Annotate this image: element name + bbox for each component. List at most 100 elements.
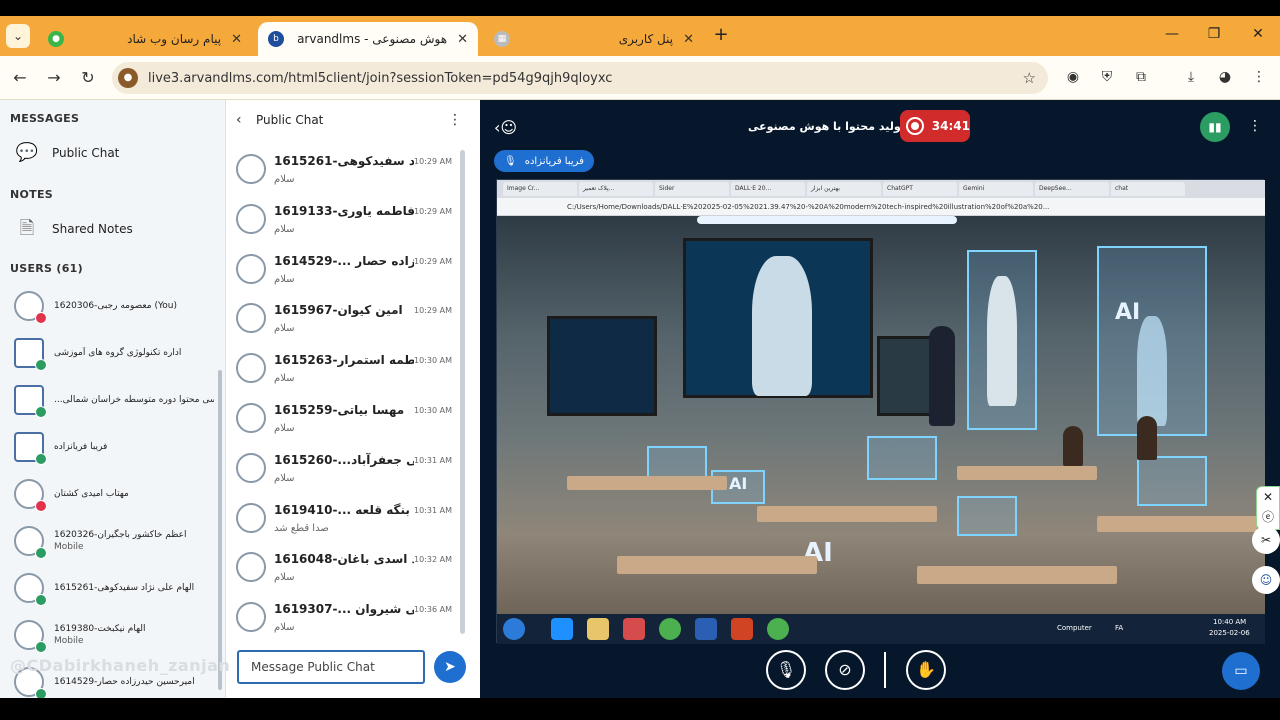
chat-message: 1616048-محمد اسدی باغان10:32 AM سلام <box>236 550 454 596</box>
floating-widget-panel[interactable]: ✕ ⓔ <box>1256 486 1280 530</box>
chat-options-icon[interactable]: ⋮ <box>448 112 462 128</box>
shared-screen: Image Cr... پلاک تعمیر... Sider DALL·E 20..… <box>496 179 1265 644</box>
user-name-text: ...ی بررسی محتوا دوره متوسطه خراسان شمال… <box>54 395 214 405</box>
reload-icon[interactable]: ↻ <box>76 66 100 90</box>
presenter-badge: 🎙 فریبا فریانزاده <box>494 150 594 172</box>
ie-icon <box>551 618 573 640</box>
avatar <box>236 154 266 184</box>
screen-tab: DALL·E 20... <box>731 182 805 196</box>
public-chat-item[interactable]: 💬 Public Chat <box>14 140 120 166</box>
screen-share-button[interactable]: ▭ <box>1222 652 1260 690</box>
download-icon[interactable]: ⤓ <box>1182 68 1200 86</box>
powerpoint-icon <box>731 618 753 640</box>
profile-avatar-icon[interactable]: ◕ <box>1216 68 1234 86</box>
user-list-item[interactable]: اداره تکنولوژی گروه های آموزشی <box>14 333 219 373</box>
message-text: سلام <box>274 323 295 335</box>
user-list-item[interactable]: 1615261-الهام علی نژاد سفیدکوهی <box>14 568 219 608</box>
chat-message: 1615259-مهسا بیاتی 10:30 AM سلام <box>236 401 454 447</box>
presenter-name: فریبا فریانزاده <box>524 155 584 167</box>
message-time: 10:29 AM <box>414 157 452 166</box>
recording-indicator[interactable]: 34:41 <box>900 110 970 142</box>
user-list-item[interactable]: فریبا فریانزاده <box>14 427 219 467</box>
message-text: سلام <box>274 273 295 285</box>
send-button[interactable]: ➤ <box>434 651 466 683</box>
microphone-icon: 🎙 <box>504 155 517 167</box>
avatar <box>14 526 47 559</box>
user-name: مهتاب امیدی کشتان <box>54 488 214 500</box>
address-bar[interactable]: ● live3.arvandlms.com/html5client/join?s… <box>112 62 1048 94</box>
media-icon <box>623 618 645 640</box>
user-list-item[interactable]: 1620326-اعظم خاکشور باجگیران Mobile <box>14 521 219 561</box>
forward-icon[interactable]: → <box>42 66 66 90</box>
close-icon[interactable]: ✕ <box>457 32 468 47</box>
user-list-item[interactable]: ...ی بررسی محتوا دوره متوسطه خراسان شمال… <box>14 380 219 420</box>
avatar <box>236 403 266 433</box>
shield-icon[interactable]: ⛨ <box>1098 68 1116 86</box>
menu-kebab-icon[interactable]: ⋮ <box>1250 68 1268 86</box>
screen-tab: Image Cr... <box>503 182 577 196</box>
user-list-item[interactable]: 1620306-معصومه رجبی (You) <box>14 286 219 326</box>
status-dot <box>35 359 47 371</box>
tab-title: پیام رسان وب شاد <box>127 32 222 46</box>
user-name: 1620326-اعظم خاکشور باجگیران Mobile <box>54 529 214 553</box>
user-list-item[interactable]: مهتاب امیدی کشتان <box>14 474 219 514</box>
connection-status-icon[interactable]: ▮▮ <box>1200 112 1230 142</box>
chat-message: 1619133-فاطمه یاوری...10:29 AM سلام <box>236 202 454 248</box>
message-text: سلام <box>274 423 295 434</box>
hologram-panel <box>867 436 937 480</box>
chrome-icon <box>767 618 789 640</box>
tab-strip: ⌄ ● پیام رسان وب شاد ✕ b arvandlms - هوش… <box>0 16 1280 56</box>
new-tab-button[interactable]: + <box>710 24 732 46</box>
address-toolbar: ← → ↻ ● live3.arvandlms.com/html5client/… <box>0 56 1280 100</box>
mute-microphone-button[interactable]: 🎙 <box>766 650 806 690</box>
message-author: 1619133-فاطمه یاوری... <box>274 203 414 218</box>
chat-scrollbar[interactable] <box>460 150 465 634</box>
taskbar-time: 10:40 AM <box>1213 618 1247 626</box>
close-window-icon[interactable]: ✕ <box>1248 26 1268 42</box>
camera-off-button[interactable]: ⊘ <box>825 650 865 690</box>
messages-heading: MESSAGES <box>10 112 80 125</box>
chat-message: 1619307-... سوزنی شیروان10:36 AM سلام <box>236 600 454 646</box>
status-dot <box>35 547 47 559</box>
tab-search-icon[interactable]: ⌄ <box>6 24 30 48</box>
user-list-scrollbar[interactable] <box>218 370 222 690</box>
assistant-bot-icon[interactable]: ☺ <box>1252 566 1280 594</box>
avatar <box>236 502 266 533</box>
tab-panel[interactable]: ▦ پنل کاربری ✕ <box>484 22 704 56</box>
user-profile-icon[interactable]: ‹☺ <box>494 118 517 137</box>
restore-icon[interactable]: ❐ <box>1204 26 1224 42</box>
user-list-item[interactable]: 1619380-الهام نیکبخت Mobile <box>14 615 219 655</box>
chrome-icon <box>659 618 681 640</box>
ai-label: AI <box>1115 300 1141 325</box>
close-icon[interactable]: ✕ <box>231 32 242 47</box>
chat-message-input[interactable]: Message Public Chat <box>237 650 425 684</box>
status-dot <box>35 500 47 512</box>
options-menu-icon[interactable]: ⋮ <box>1248 118 1262 134</box>
folder-icon <box>587 618 609 640</box>
ai-label: AI <box>729 474 748 493</box>
raise-hand-button[interactable]: ✋ <box>906 650 946 690</box>
avatar <box>236 303 266 334</box>
status-dot <box>35 688 47 698</box>
close-icon[interactable]: ✕ <box>683 32 694 47</box>
microphone-icon[interactable]: ● <box>118 68 138 88</box>
tab-shad[interactable]: ● پیام رسان وب شاد ✕ <box>38 22 252 56</box>
chevron-left-icon[interactable]: ‹ <box>236 112 252 128</box>
message-author: 1615263-فاطمه استمرار <box>274 353 414 368</box>
user-name: 1619380-الهام نیکبخت Mobile <box>54 623 214 647</box>
puzzle-icon[interactable]: ⧉ <box>1132 68 1150 86</box>
url-text: live3.arvandlms.com/html5client/join?ses… <box>148 70 613 86</box>
back-icon[interactable]: ← <box>8 66 32 90</box>
user-name-text: فریبا فریانزاده <box>54 442 108 452</box>
tab-arvandlms[interactable]: b arvandlms - هوش مصنوعی ✕ <box>258 22 478 56</box>
shared-notes-item[interactable]: 🗎 Shared Notes <box>14 216 133 242</box>
document-icon: 🗎 <box>19 218 35 239</box>
users-heading: USERS (61) <box>10 262 83 275</box>
extension-icon[interactable]: ◉ <box>1064 68 1082 86</box>
chat-message: 1615263-فاطمه استمرار10:30 AM سلام <box>236 351 454 397</box>
bookmark-star-icon[interactable]: ☆ <box>1023 69 1036 87</box>
student-figure <box>1063 426 1083 466</box>
recording-time: 34:41 <box>931 119 970 133</box>
minimize-icon[interactable]: — <box>1162 26 1182 42</box>
floating-tool-icon[interactable]: ✂ <box>1252 526 1280 554</box>
